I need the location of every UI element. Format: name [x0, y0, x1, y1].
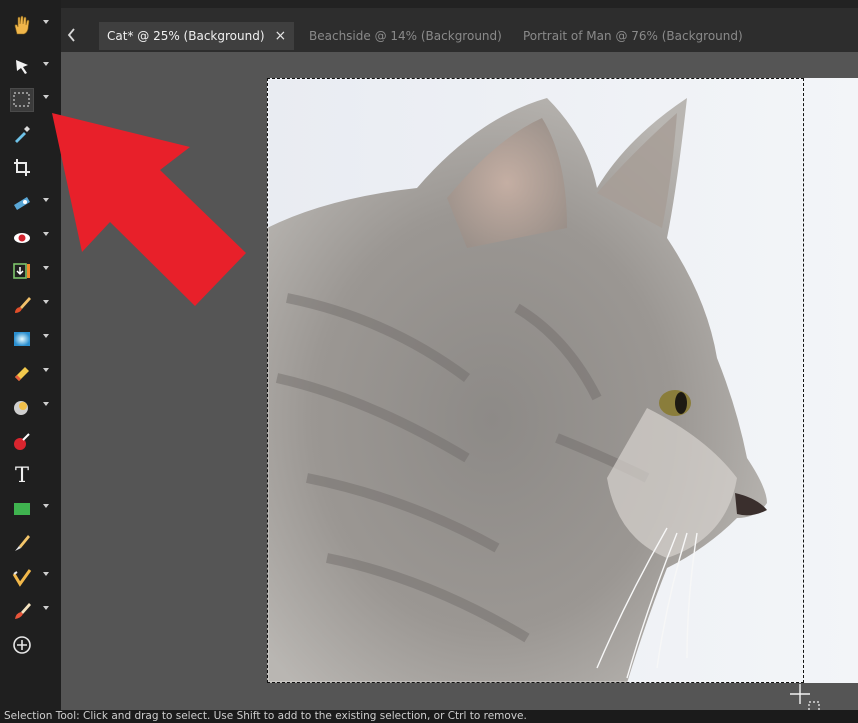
tools-toolbar: T: [0, 0, 62, 710]
status-message: Selection Tool: Click and drag to select…: [4, 710, 527, 722]
image-canvas[interactable]: [61, 52, 858, 710]
fill-tool-button[interactable]: [0, 322, 61, 356]
paint-brush-tool-button[interactable]: [0, 288, 61, 322]
tab-portrait-of-man[interactable]: Portrait of Man @ 76% (Background): [515, 22, 751, 50]
close-icon[interactable]: ×: [275, 22, 287, 50]
chevron-down-icon[interactable]: [43, 606, 49, 610]
chevron-down-icon[interactable]: [43, 20, 49, 24]
selection-marquee[interactable]: [267, 78, 804, 683]
clone-tool-button[interactable]: [0, 594, 61, 628]
pen-tool-button[interactable]: [0, 526, 61, 560]
chevron-down-icon[interactable]: [43, 368, 49, 372]
text-icon: T: [14, 463, 29, 487]
pen-icon: [15, 535, 30, 551]
eye-icon: [14, 233, 30, 243]
red-eye-tool-button[interactable]: [0, 220, 61, 254]
tab-bar-top-strip: [61, 0, 858, 8]
tab-cat[interactable]: Cat* @ 25% (Background) ×: [99, 22, 295, 50]
document-tab-bar: Cat* @ 25% (Background) × Beachside @ 14%…: [61, 0, 858, 52]
straighten-tool-button[interactable]: [0, 186, 61, 220]
status-bar: Selection Tool: Click and drag to select…: [0, 710, 858, 723]
dodge-tool-button[interactable]: [0, 390, 61, 424]
shape-tool-button[interactable]: [0, 492, 61, 526]
marquee-selection-icon: [10, 88, 34, 112]
dropper-tool-button[interactable]: [0, 117, 61, 151]
chevron-down-icon[interactable]: [43, 402, 49, 406]
chevron-down-icon[interactable]: [43, 572, 49, 576]
tab-label: Cat* @ 25% (Background): [107, 29, 265, 43]
scroll-tabs-left-button[interactable]: [61, 20, 91, 50]
dodge-icon: [14, 401, 28, 415]
makeover-tool-button[interactable]: [0, 254, 61, 288]
pointer-arrow-icon: [16, 60, 28, 74]
rectangle-shape-icon: [14, 503, 30, 515]
eyedropper-icon: [15, 126, 30, 143]
pick-tool-button[interactable]: [0, 50, 61, 84]
selection-tool-button[interactable]: [0, 83, 61, 117]
tab-label: Beachside @ 14% (Background): [309, 29, 502, 43]
color-replacer-icon: [14, 433, 30, 450]
brush-variance-tool-button[interactable]: [0, 560, 61, 594]
color-replacer-tool-button[interactable]: [0, 424, 61, 458]
chevron-down-icon[interactable]: [43, 504, 49, 508]
pan-tool-button[interactable]: [0, 8, 61, 42]
chevron-down-icon[interactable]: [43, 198, 49, 202]
chevron-left-icon: [67, 28, 75, 42]
hand-icon: [14, 15, 30, 35]
crop-icon: [14, 159, 30, 176]
text-tool-button[interactable]: T: [0, 458, 61, 492]
crop-tool-button[interactable]: [0, 151, 61, 185]
brush-variance-icon: [12, 569, 32, 587]
paintbrush-icon: [15, 297, 31, 313]
makeover-icon: [13, 263, 30, 279]
chevron-down-icon[interactable]: [43, 95, 49, 99]
chevron-down-icon[interactable]: [43, 334, 49, 338]
eraser-tool-button[interactable]: [0, 356, 61, 390]
chevron-down-icon[interactable]: [43, 62, 49, 66]
gradient-fill-icon: [14, 332, 30, 346]
clone-brush-icon: [15, 603, 31, 619]
add-tool-button[interactable]: [0, 628, 61, 662]
plus-circle-icon: [13, 636, 31, 654]
chevron-down-icon[interactable]: [43, 300, 49, 304]
eraser-icon: [15, 367, 29, 381]
chevron-down-icon[interactable]: [43, 266, 49, 270]
chevron-down-icon[interactable]: [43, 232, 49, 236]
tab-beachside[interactable]: Beachside @ 14% (Background): [301, 22, 510, 50]
tab-label: Portrait of Man @ 76% (Background): [523, 29, 743, 43]
straighten-icon: [14, 197, 30, 210]
